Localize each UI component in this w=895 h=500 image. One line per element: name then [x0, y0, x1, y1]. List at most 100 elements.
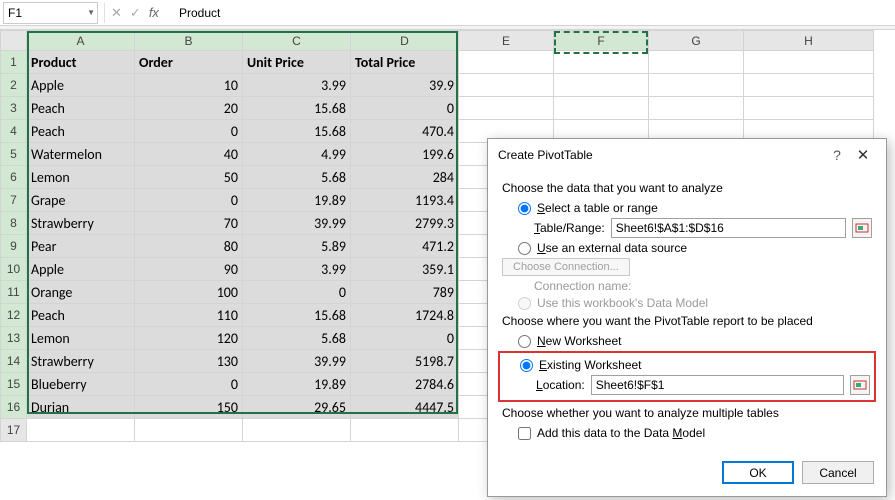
cell[interactable]: 39.99 — [243, 212, 351, 235]
col-header-A[interactable]: A — [27, 31, 135, 51]
collapse-range-icon[interactable] — [852, 218, 872, 238]
row-header[interactable]: 3 — [1, 97, 27, 120]
col-header-H[interactable]: H — [744, 31, 874, 51]
col-header-E[interactable]: E — [459, 31, 554, 51]
cell[interactable]: 4447.5 — [351, 396, 459, 419]
col-header-G[interactable]: G — [649, 31, 744, 51]
collapse-location-icon[interactable] — [850, 375, 870, 395]
row-header[interactable]: 4 — [1, 120, 27, 143]
cell[interactable]: Apple — [27, 74, 135, 97]
cell[interactable] — [459, 97, 554, 120]
row-header[interactable]: 12 — [1, 304, 27, 327]
radio-external-input[interactable] — [518, 242, 531, 255]
row-header[interactable]: 16 — [1, 396, 27, 419]
cell[interactable] — [649, 51, 744, 74]
cell[interactable]: 39.99 — [243, 350, 351, 373]
radio-existing-ws-input[interactable] — [520, 359, 533, 372]
radio-select-table-input[interactable] — [518, 202, 531, 215]
ok-button[interactable]: OK — [722, 461, 794, 484]
cell[interactable]: Total Price — [351, 51, 459, 74]
radio-external-source[interactable]: Use an external data source — [518, 241, 872, 255]
cell[interactable]: Grape — [27, 189, 135, 212]
cell[interactable] — [554, 74, 649, 97]
radio-select-table[interactable]: Select a table or range — [518, 201, 872, 215]
row-header[interactable]: 7 — [1, 189, 27, 212]
location-input[interactable] — [591, 375, 844, 395]
cell[interactable]: Unit Price — [243, 51, 351, 74]
row-header[interactable]: 15 — [1, 373, 27, 396]
cell[interactable]: 130 — [135, 350, 243, 373]
cell[interactable]: Watermelon — [27, 143, 135, 166]
help-icon[interactable]: ? — [824, 147, 850, 163]
checkbox-add-data-model[interactable]: Add this data to the Data Model — [518, 426, 872, 440]
cell[interactable]: 150 — [135, 396, 243, 419]
cell[interactable]: 110 — [135, 304, 243, 327]
cell[interactable]: 15.68 — [243, 97, 351, 120]
cell[interactable]: Lemon — [27, 327, 135, 350]
name-box[interactable]: F1 ▼ — [3, 2, 98, 24]
cell[interactable]: 0 — [135, 120, 243, 143]
cell[interactable]: 470.4 — [351, 120, 459, 143]
cell[interactable] — [459, 51, 554, 74]
cell[interactable]: 0 — [243, 281, 351, 304]
cell[interactable]: 5.68 — [243, 327, 351, 350]
cell[interactable] — [744, 51, 874, 74]
cell[interactable]: 5.68 — [243, 166, 351, 189]
cell[interactable]: 19.89 — [243, 373, 351, 396]
cell[interactable]: 3.99 — [243, 74, 351, 97]
col-header-B[interactable]: B — [135, 31, 243, 51]
radio-existing-worksheet[interactable]: Existing Worksheet — [520, 358, 870, 372]
cell[interactable]: 20 — [135, 97, 243, 120]
cell[interactable]: 789 — [351, 281, 459, 304]
table-range-input[interactable] — [611, 218, 846, 238]
cell[interactable]: Strawberry — [27, 212, 135, 235]
cell[interactable]: 2784.6 — [351, 373, 459, 396]
row-header[interactable]: 8 — [1, 212, 27, 235]
cancel-button[interactable]: Cancel — [802, 461, 874, 484]
row-header[interactable]: 13 — [1, 327, 27, 350]
cell[interactable] — [649, 74, 744, 97]
cell[interactable]: 199.6 — [351, 143, 459, 166]
radio-new-worksheet[interactable]: New Worksheet — [518, 334, 872, 348]
cell[interactable]: Peach — [27, 97, 135, 120]
cell[interactable]: 15.68 — [243, 304, 351, 327]
row-header[interactable]: 17 — [1, 419, 27, 442]
cell[interactable] — [649, 97, 744, 120]
cell[interactable]: 5198.7 — [351, 350, 459, 373]
cell[interactable]: Product — [27, 51, 135, 74]
cell[interactable]: 0 — [351, 97, 459, 120]
cell[interactable]: 120 — [135, 327, 243, 350]
col-header-D[interactable]: D — [351, 31, 459, 51]
cell[interactable] — [27, 419, 135, 442]
close-icon[interactable]: ✕ — [850, 146, 876, 164]
cell[interactable]: 3.99 — [243, 258, 351, 281]
cell[interactable]: 40 — [135, 143, 243, 166]
formula-input[interactable] — [171, 2, 895, 24]
cell[interactable]: 10 — [135, 74, 243, 97]
row-header[interactable]: 1 — [1, 51, 27, 74]
row-header[interactable]: 5 — [1, 143, 27, 166]
cell[interactable] — [351, 419, 459, 442]
cell[interactable]: Order — [135, 51, 243, 74]
cell[interactable]: 0 — [135, 373, 243, 396]
cell[interactable]: 19.89 — [243, 189, 351, 212]
cell[interactable] — [744, 74, 874, 97]
select-all-corner[interactable] — [1, 31, 27, 51]
radio-new-ws-input[interactable] — [518, 335, 531, 348]
cell[interactable]: 50 — [135, 166, 243, 189]
checkbox-add-data-model-input[interactable] — [518, 427, 531, 440]
cell-F1[interactable] — [554, 51, 649, 74]
row-header[interactable]: 11 — [1, 281, 27, 304]
cell[interactable]: Peach — [27, 304, 135, 327]
cell[interactable] — [744, 97, 874, 120]
cell[interactable]: Pear — [27, 235, 135, 258]
cell[interactable]: 359.1 — [351, 258, 459, 281]
cell[interactable]: 39.9 — [351, 74, 459, 97]
cell[interactable] — [243, 419, 351, 442]
cell[interactable] — [554, 97, 649, 120]
row-header[interactable]: 10 — [1, 258, 27, 281]
cell[interactable]: 5.89 — [243, 235, 351, 258]
cell[interactable]: 4.99 — [243, 143, 351, 166]
cell[interactable]: Blueberry — [27, 373, 135, 396]
cell[interactable]: 29.65 — [243, 396, 351, 419]
